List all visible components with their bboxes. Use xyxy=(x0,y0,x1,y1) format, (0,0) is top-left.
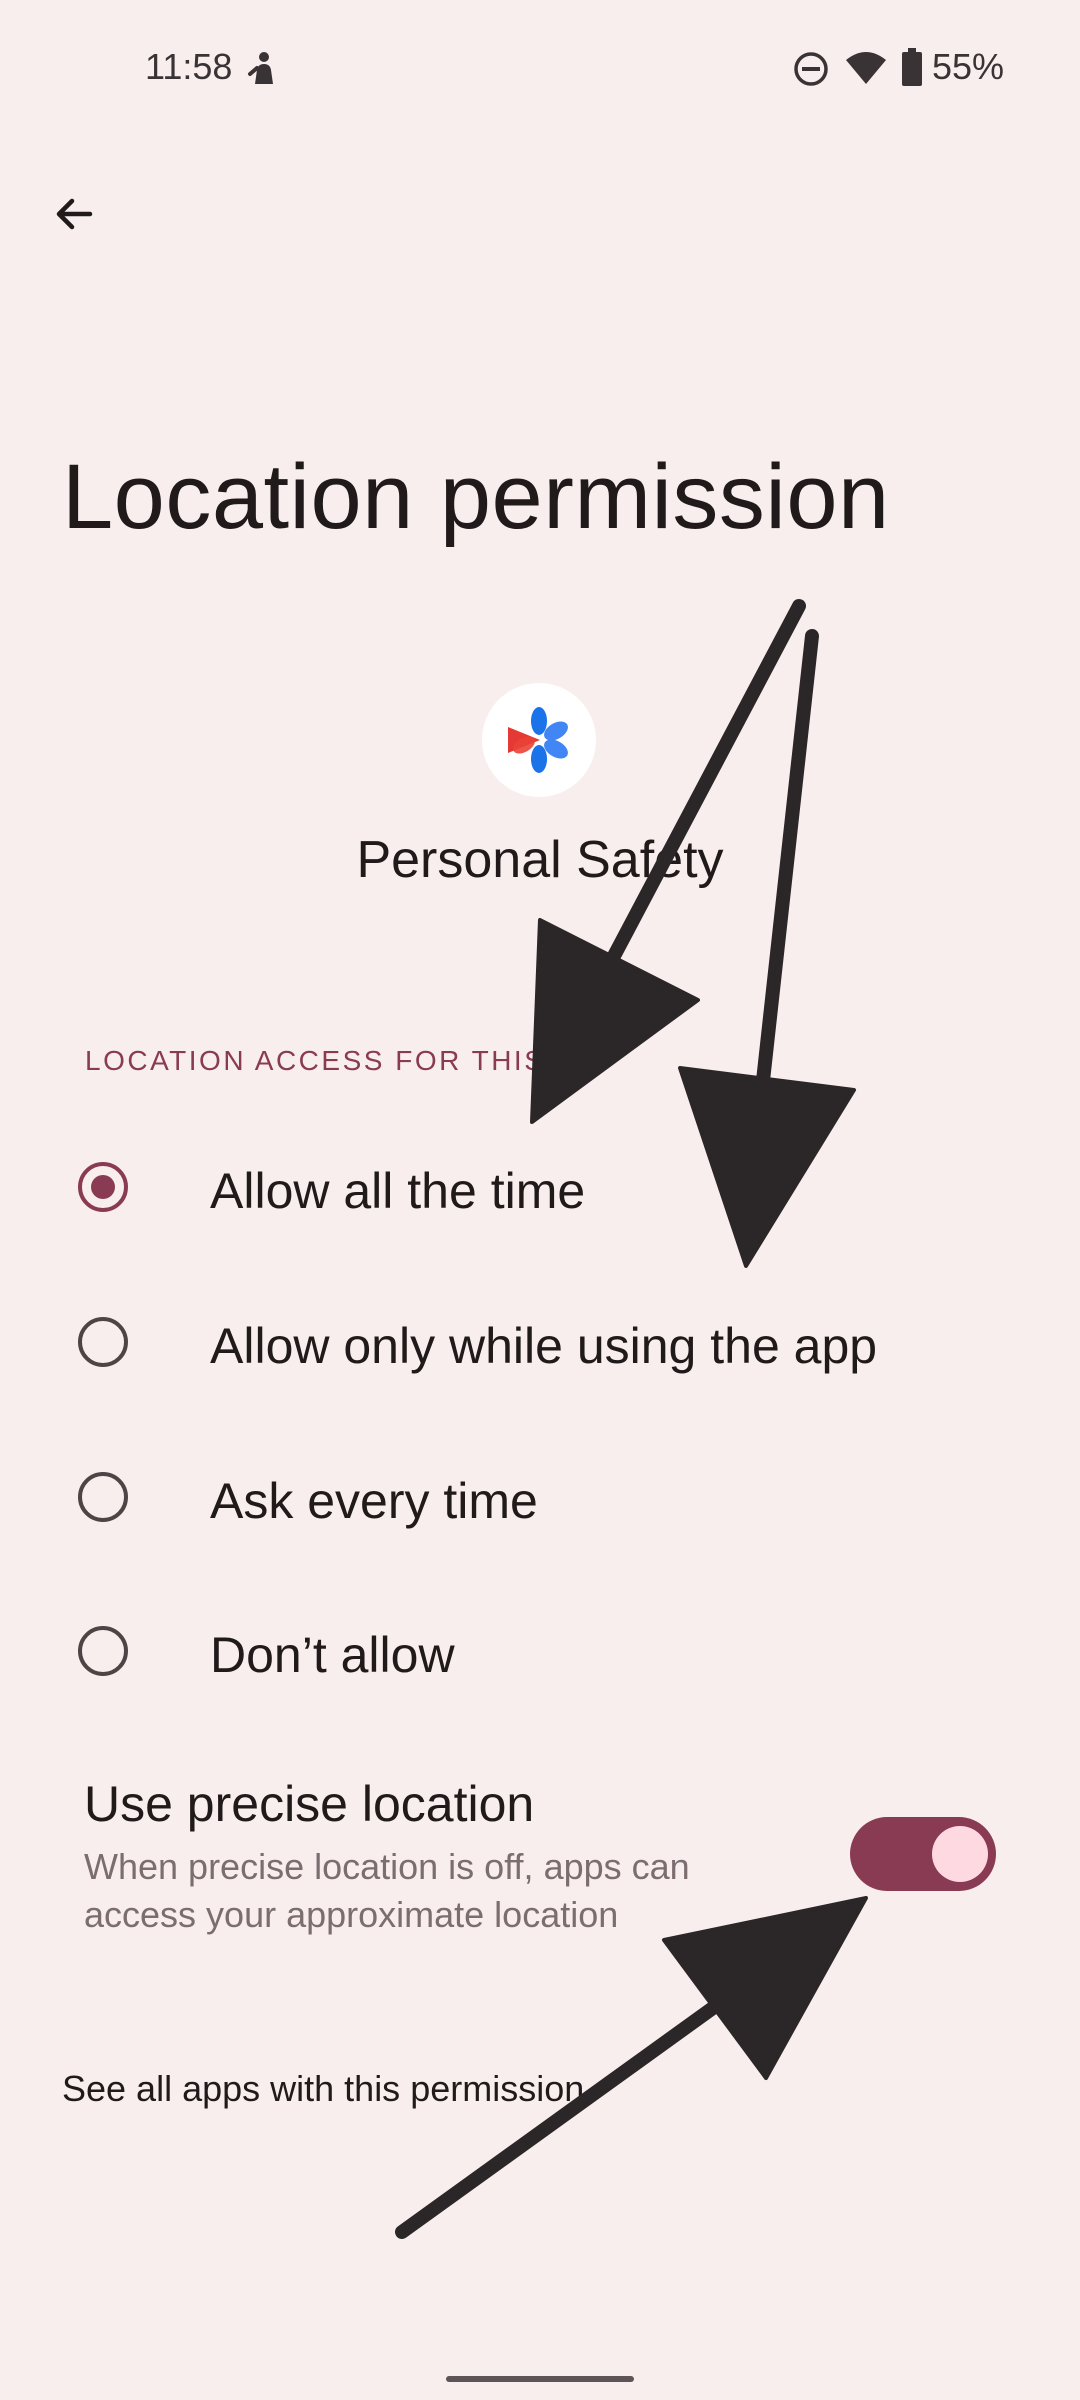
option-label: Allow all the time xyxy=(210,1163,586,1219)
person-icon xyxy=(246,50,280,86)
precise-location-summary: When precise location is off, apps can a… xyxy=(84,1846,690,1935)
option-label: Ask every time xyxy=(210,1473,538,1529)
personal-safety-app-icon xyxy=(482,683,596,797)
option-label: Allow only while using the app xyxy=(210,1318,878,1374)
toggle-knob xyxy=(932,1826,988,1882)
arrow-back-icon xyxy=(56,198,93,230)
section-header: LOCATION ACCESS FOR THIS APP xyxy=(85,1045,618,1076)
option-label: Don’t allow xyxy=(210,1627,455,1683)
option-ask-every-time[interactable]: Ask every time xyxy=(0,1428,1080,1558)
battery-percent: 55% xyxy=(932,46,1005,87)
app-name: Personal Safety xyxy=(356,831,724,889)
option-allow-while-using[interactable]: Allow only while using the app xyxy=(0,1273,1080,1403)
precise-location-toggle[interactable] xyxy=(850,1817,996,1891)
annotation-arrowhead xyxy=(530,918,700,1124)
back-button[interactable] xyxy=(40,180,108,248)
annotation-arrow-shaft xyxy=(589,599,806,997)
option-dont-allow[interactable]: Don’t allow xyxy=(0,1582,1080,1712)
radio-button-selected[interactable] xyxy=(78,1162,128,1212)
wifi-icon xyxy=(845,50,887,86)
radio-button[interactable] xyxy=(78,1317,128,1367)
battery-icon xyxy=(902,48,922,86)
radio-button[interactable] xyxy=(78,1472,128,1522)
do-not-disturb-icon xyxy=(793,51,829,87)
option-allow-all-the-time[interactable]: Allow all the time xyxy=(0,1118,1080,1248)
radio-button[interactable] xyxy=(78,1626,128,1676)
see-all-apps-link[interactable]: See all apps with this permission xyxy=(62,2068,584,2110)
page-title: Location permission xyxy=(62,446,890,548)
precise-location-title: Use precise location xyxy=(84,1776,535,1832)
gesture-navigation-bar[interactable] xyxy=(446,2376,634,2382)
status-time: 11:58 xyxy=(145,46,233,87)
